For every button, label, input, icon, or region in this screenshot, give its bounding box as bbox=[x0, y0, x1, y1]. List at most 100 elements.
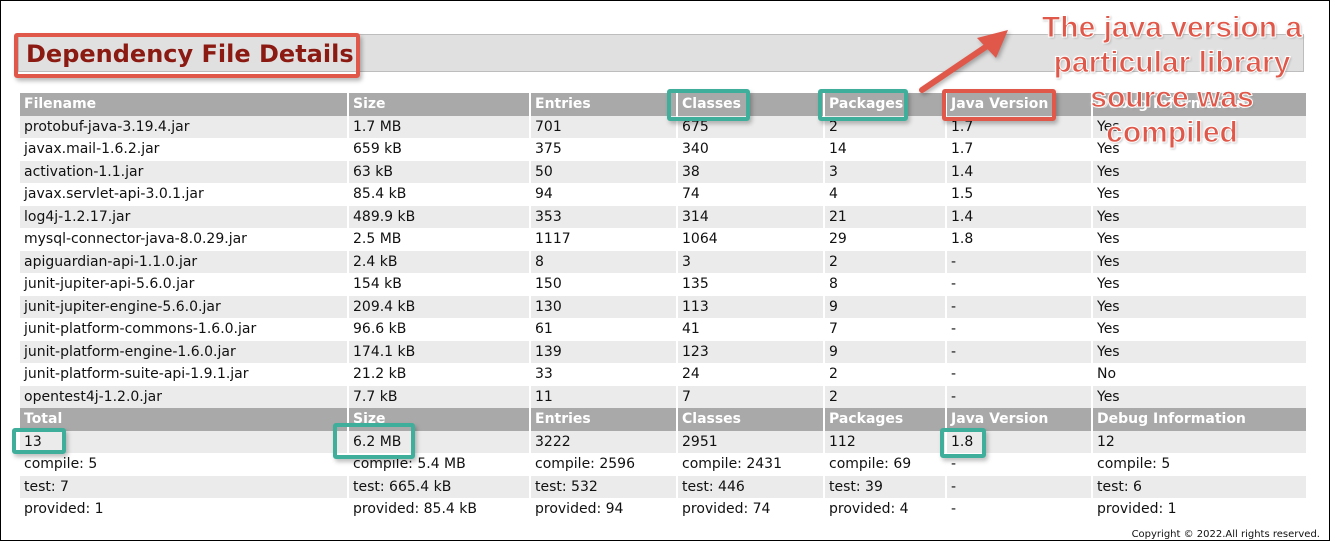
table-cell: junit-platform-commons-1.6.0.jar bbox=[20, 318, 347, 341]
table-row: junit-jupiter-engine-5.6.0.jar 209.4 kB 13… bbox=[20, 295, 1306, 318]
table-cell: Yes bbox=[1093, 340, 1306, 363]
table-cell: 94 bbox=[531, 183, 676, 206]
table-row: apiguardian-api-1.1.0.jar 2.4 kB 8 3 2- Yes bbox=[20, 250, 1306, 273]
header-size[interactable]: Size bbox=[349, 93, 529, 116]
callout-line-4: compiled bbox=[1106, 116, 1239, 150]
table-cell: 139 bbox=[531, 340, 676, 363]
total-header-entries: Entries bbox=[531, 408, 676, 431]
table-cell: 1117 bbox=[531, 228, 676, 251]
total-header-debug-information: Debug Information bbox=[1093, 408, 1306, 431]
table-cell: Yes bbox=[1093, 273, 1306, 296]
table-row: log4j-1.2.17.jar 489.9 kB 353 314 21 1.4 Yes bbox=[20, 205, 1306, 228]
table-cell: - bbox=[947, 318, 1091, 341]
table-cell: test: 665.4 kB bbox=[349, 475, 529, 498]
table-cell: 123 bbox=[678, 340, 823, 363]
table-cell: 1.7 MB bbox=[349, 115, 529, 138]
table-cell: Yes bbox=[1093, 318, 1306, 341]
table-cell: 340 bbox=[678, 138, 823, 161]
table-cell: 9 bbox=[825, 340, 945, 363]
table-cell: opentest4j-1.2.0.jar bbox=[20, 385, 347, 408]
table-cell: 85.4 kB bbox=[349, 183, 529, 206]
table-cell: junit-platform-suite-api-1.9.1.jar bbox=[20, 363, 347, 386]
callout-line-1: The java version a bbox=[1041, 11, 1303, 45]
header-entries[interactable]: Entries bbox=[531, 93, 676, 116]
table-cell: 7.7 kB bbox=[349, 385, 529, 408]
table-cell: Yes bbox=[1093, 295, 1306, 318]
table-cell: Yes bbox=[1093, 205, 1306, 228]
table-cell: 2.5 MB bbox=[349, 228, 529, 251]
table-cell: 41 bbox=[678, 318, 823, 341]
table-row: junit-platform-engine-1.6.0.jar 174.1 kB 1… bbox=[20, 340, 1306, 363]
title-highlight-box bbox=[14, 33, 360, 78]
total-header-packages: Packages bbox=[825, 408, 945, 431]
table-cell: provided: 74 bbox=[678, 498, 823, 521]
table-cell: 12 bbox=[1093, 430, 1306, 453]
header-filename[interactable]: Filename bbox=[20, 93, 347, 116]
table-row: compile: 5 compile: 5.4 MB compile: 2596 co… bbox=[20, 453, 1306, 476]
table-cell: apiguardian-api-1.1.0.jar bbox=[20, 250, 347, 273]
table-cell: 659 kB bbox=[349, 138, 529, 161]
table-cell: test: 39 bbox=[825, 475, 945, 498]
table-cell: 3 bbox=[825, 160, 945, 183]
table-cell: 4 bbox=[825, 183, 945, 206]
callout-line-3: source was bbox=[1090, 81, 1254, 115]
table-cell: compile: 2596 bbox=[531, 453, 676, 476]
table-cell: provided: 85.4 kB bbox=[349, 498, 529, 521]
table-cell: - bbox=[947, 295, 1091, 318]
table-cell: activation-1.1.jar bbox=[20, 160, 347, 183]
table-cell: 375 bbox=[531, 138, 676, 161]
table-row: junit-platform-suite-api-1.9.1.jar 21.2 k… bbox=[20, 363, 1306, 386]
table-cell: 33 bbox=[531, 363, 676, 386]
table-cell: 50 bbox=[531, 160, 676, 183]
dependency-rows: protobuf-java-3.19.4.jar 1.7 MB 701 675 2 1.7… bbox=[20, 115, 1306, 408]
packages-header-highlight-box bbox=[818, 89, 908, 121]
table-cell: 38 bbox=[678, 160, 823, 183]
table-cell: 8 bbox=[531, 250, 676, 273]
table-cell: test: 6 bbox=[1093, 475, 1306, 498]
copyright-footer: Copyright © 2022.All rights reserved. bbox=[1131, 529, 1320, 540]
table-cell: 96.6 kB bbox=[349, 318, 529, 341]
table-cell: 1.4 bbox=[947, 205, 1091, 228]
table-cell: 3222 bbox=[531, 430, 676, 453]
table-cell: - bbox=[947, 340, 1091, 363]
table-cell: Yes bbox=[1093, 250, 1306, 273]
total-size-highlight-box bbox=[333, 423, 415, 459]
table-cell: 150 bbox=[531, 273, 676, 296]
table-cell: javax.servlet-api-3.0.1.jar bbox=[20, 183, 347, 206]
table-cell: 130 bbox=[531, 295, 676, 318]
table-row: activation-1.1.jar 63 kB 50 38 3 1.4 Yes bbox=[20, 160, 1306, 183]
total-rows: 13 6.2 MB 3222 2951 112 1.8 12 compile: 5 compil… bbox=[20, 430, 1306, 521]
table-row: provided: 1 provided: 85.4 kB provided: 94… bbox=[20, 498, 1306, 521]
callout-line-2: particular library bbox=[1053, 46, 1291, 80]
annotation-callout: The java version a particular library so… bbox=[1004, 10, 1332, 150]
table-cell: Yes bbox=[1093, 160, 1306, 183]
table-cell: compile: 2431 bbox=[678, 453, 823, 476]
table-cell: 9 bbox=[825, 295, 945, 318]
table-cell: - bbox=[947, 498, 1091, 521]
table-cell: 112 bbox=[825, 430, 945, 453]
table-cell: 1064 bbox=[678, 228, 823, 251]
table-cell: log4j-1.2.17.jar bbox=[20, 205, 347, 228]
table-cell: 7 bbox=[825, 318, 945, 341]
table-row: mysql-connector-java-8.0.29.jar 2.5 MB 111… bbox=[20, 228, 1306, 251]
table-cell: provided: 4 bbox=[825, 498, 945, 521]
total-header-classes: Classes bbox=[678, 408, 823, 431]
table-cell: 3 bbox=[678, 250, 823, 273]
table-row: javax.servlet-api-3.0.1.jar 85.4 kB 94 74 4 1… bbox=[20, 183, 1306, 206]
table-cell: 2 bbox=[825, 250, 945, 273]
table-cell: No bbox=[1093, 363, 1306, 386]
table-cell: 209.4 kB bbox=[349, 295, 529, 318]
table-cell: 154 kB bbox=[349, 273, 529, 296]
table-cell: 7 bbox=[678, 385, 823, 408]
table-cell: test: 7 bbox=[20, 475, 347, 498]
table-cell: 174.1 kB bbox=[349, 340, 529, 363]
table-row: 13 6.2 MB 3222 2951 112 1.8 12 bbox=[20, 430, 1306, 453]
table-cell: 74 bbox=[678, 183, 823, 206]
table-cell: test: 532 bbox=[531, 475, 676, 498]
total-header-total: Total bbox=[20, 408, 347, 431]
table-cell: 135 bbox=[678, 273, 823, 296]
table-row: opentest4j-1.2.0.jar 7.7 kB 11 7 2- Yes bbox=[20, 385, 1306, 408]
table-cell: 2 bbox=[825, 385, 945, 408]
table-cell: Yes bbox=[1093, 183, 1306, 206]
total-java-version-highlight-box bbox=[940, 428, 986, 458]
